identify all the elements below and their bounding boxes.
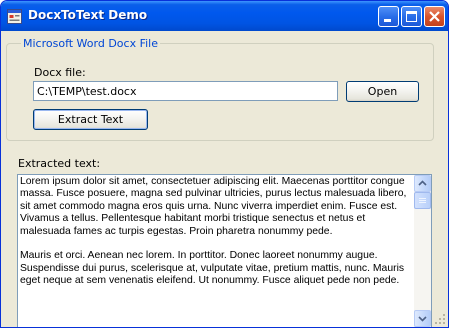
chevron-down-icon	[418, 316, 427, 322]
grip-lines-icon	[419, 198, 426, 203]
maximize-button[interactable]	[401, 6, 422, 27]
resize-grip-icon[interactable]	[434, 313, 446, 325]
open-button[interactable]: Open	[346, 81, 419, 102]
close-icon	[429, 11, 440, 22]
extracted-text-content: Lorem ipsum dolor sit amet, consectetuer…	[20, 176, 412, 326]
docx-file-input[interactable]	[33, 81, 338, 101]
minimize-icon	[384, 19, 391, 22]
extracted-text-area[interactable]: Lorem ipsum dolor sit amet, consectetuer…	[17, 174, 432, 327]
scroll-down-button[interactable]	[414, 310, 431, 327]
group-legend: Microsoft Word Docx File	[21, 37, 160, 50]
app-window: DocxToText Demo Microsoft Word Docx File…	[0, 0, 449, 328]
text-paragraph: Lorem ipsum dolor sit amet, consectetuer…	[20, 176, 407, 237]
app-form-icon[interactable]	[7, 9, 22, 24]
maximize-icon	[406, 11, 417, 22]
close-button[interactable]	[424, 6, 445, 27]
vertical-scrollbar[interactable]	[414, 175, 431, 327]
docx-file-label: Docx file:	[34, 66, 86, 79]
chevron-up-icon	[418, 180, 427, 186]
window-title: DocxToText Demo	[28, 8, 148, 22]
client-area: Microsoft Word Docx File Docx file: Open…	[1, 31, 448, 327]
scroll-up-button[interactable]	[414, 175, 431, 192]
title-bar[interactable]: DocxToText Demo	[1, 1, 448, 31]
extract-text-button[interactable]: Extract Text	[33, 109, 148, 130]
text-paragraph: Mauris et orci. Aenean nec lorem. In por…	[20, 250, 405, 287]
extracted-text-label: Extracted text:	[18, 157, 101, 170]
minimize-button[interactable]	[378, 6, 399, 27]
scroll-thumb[interactable]	[414, 192, 431, 209]
